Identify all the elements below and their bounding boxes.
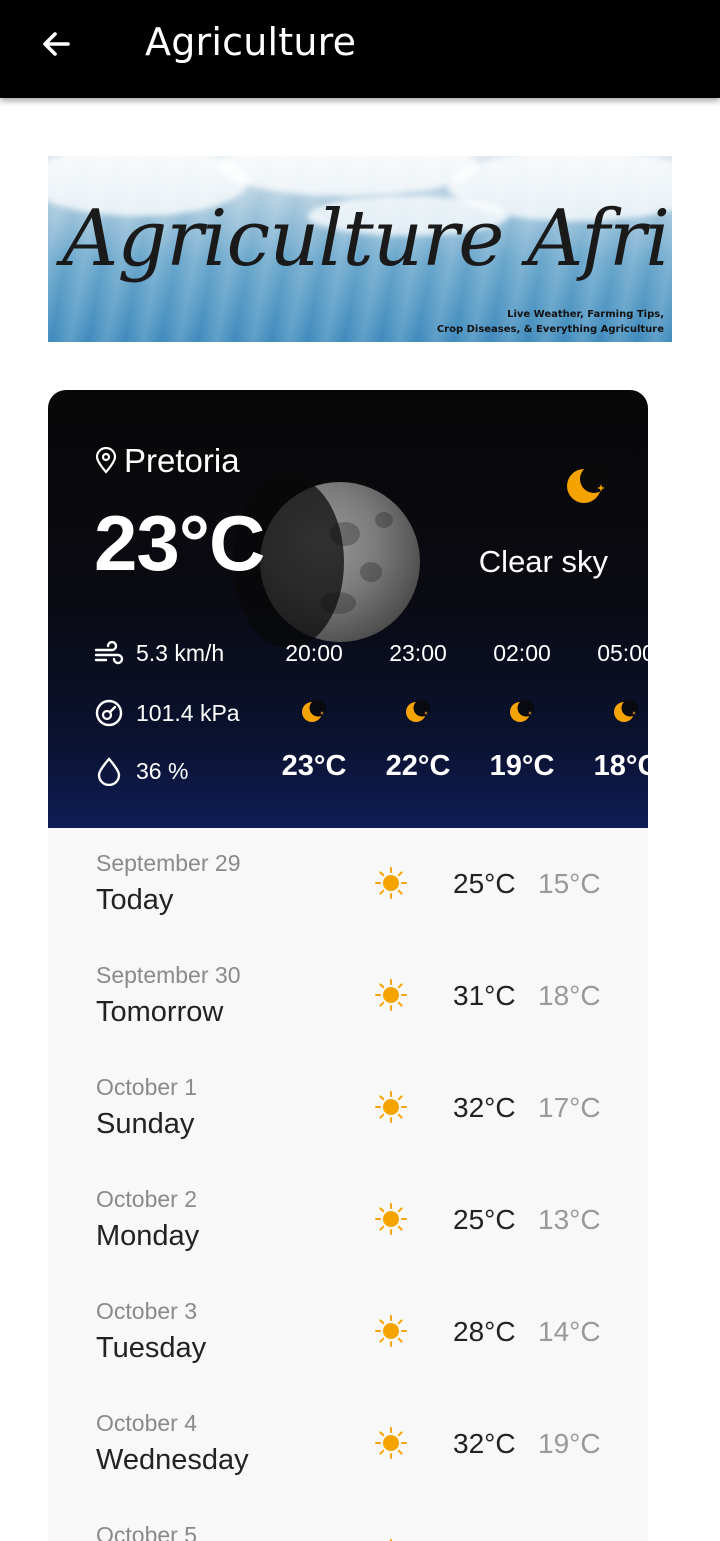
sun-icon [374,1314,408,1353]
sun-icon [374,1202,408,1241]
hourly-item[interactable]: 20:00 23°C [274,390,354,828]
forecast-row[interactable]: September 29 Today 25°C 15°C [48,828,648,940]
forecast-date: October 4 [96,1410,197,1436]
forecast-day: Wednesday [96,1444,249,1476]
sun-icon [374,1090,408,1129]
sun-icon [374,1426,408,1465]
forecast-high: 32°C [453,1092,516,1123]
humidity: 36 % [94,756,188,786]
arrow-left-icon [43,32,70,56]
location: Pretoria [94,442,240,480]
crescent-moon-icon [274,698,354,724]
forecast-low: 18°C [538,980,601,1011]
forecast-low: 13°C [538,1204,601,1235]
location-pin-icon [95,447,117,474]
pressure-value: 101.4 kPa [136,699,240,726]
humidity-value: 36 % [136,757,189,784]
forecast-row[interactable]: October 2 Monday 25°C 13°C [48,1164,648,1276]
forecast-row[interactable]: October 3 Tuesday 28°C 14°C [48,1276,648,1388]
hourly-item[interactable]: 02:00 19°C [482,390,562,828]
hourly-temp: 19°C [489,750,555,782]
forecast-low: 19°C [538,1428,601,1459]
forecast-day: Sunday [96,1108,195,1140]
hourly-item[interactable]: 23:00 22°C [378,390,458,828]
pressure: 101.4 kPa [94,698,240,728]
forecast-date: October 3 [96,1298,197,1324]
forecast-date: October 2 [96,1186,197,1212]
water-drop-icon [97,757,121,786]
crescent-moon-icon [378,698,458,724]
forecast-low: 14°C [538,1316,601,1347]
banner-tagline-1: Live Weather, Farming Tips, [507,309,664,320]
crescent-moon-icon [586,698,648,724]
forecast-high: 28°C [453,1316,516,1347]
forecast-high: 31°C [453,980,516,1011]
forecast-low: 15°C [538,868,601,899]
hourly-time: 02:00 [493,640,551,666]
sun-icon [374,978,408,1017]
hourly-temp: 22°C [385,750,451,782]
forecast-day: Today [96,884,174,916]
current-temperature: 23°C [94,499,265,587]
hourly-temp: 18°C [593,750,648,782]
pressure-gauge-icon [95,699,123,727]
sun-icon [374,866,408,905]
forecast-date: September 30 [96,962,241,988]
hourly-time: 23:00 [389,640,447,666]
crescent-moon-icon [482,698,562,724]
banner-tagline-2: Crop Diseases, & Everything Agriculture [436,324,664,335]
wind-icon [94,640,124,664]
hourly-item[interactable]: 05:00 18°C [586,390,648,828]
forecast-row[interactable]: September 30 Tomorrow 31°C 18°C [48,940,648,1052]
agriculture-africa-banner[interactable]: Agriculture Africa Live Weather, Farming… [48,156,672,342]
forecast-high: 25°C [453,1204,516,1235]
forecast-day: Monday [96,1220,200,1252]
forecast-day: Tomorrow [96,996,224,1028]
forecast-row[interactable]: October 5 [48,1500,648,1541]
forecast-high: 25°C [453,868,516,899]
page-title: Agriculture [145,20,357,64]
forecast-date: September 29 [96,850,241,876]
forecast-date: October 1 [96,1074,197,1100]
daily-forecast-list: September 29 Today 25°C 15°C September 3… [48,828,648,1541]
banner-logo-text: Agriculture Africa [62,194,672,284]
forecast-date: October 5 [96,1522,197,1541]
current-weather-card: Pretoria 23°C Clear sky 5.3 km/h 101.4 k… [48,390,648,828]
forecast-row[interactable]: October 4 Wednesday 32°C 19°C [48,1388,648,1500]
wind-speed: 5.3 km/h [94,640,224,667]
forecast-high: 32°C [453,1428,516,1459]
forecast-row[interactable]: October 1 Sunday 32°C 17°C [48,1052,648,1164]
hourly-time: 20:00 [285,640,343,666]
hourly-time: 05:00 [597,640,648,666]
forecast-low: 17°C [538,1092,601,1123]
location-name: Pretoria [124,442,240,479]
hourly-temp: 23°C [281,750,347,782]
forecast-day: Tuesday [96,1332,207,1364]
back-button[interactable] [30,18,82,70]
app-bar: Agriculture [0,0,720,98]
wind-value: 5.3 km/h [136,640,225,666]
